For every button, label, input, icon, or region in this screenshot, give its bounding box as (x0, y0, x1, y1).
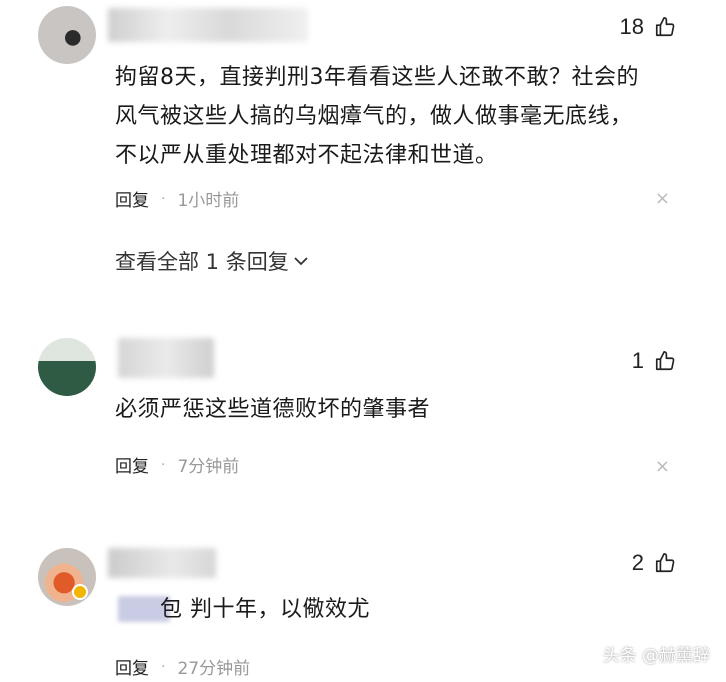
timestamp: 7分钟前 (177, 457, 240, 477)
reply-button[interactable]: 回复 (115, 452, 149, 477)
thumbs-up-icon (655, 17, 675, 37)
avatar[interactable] (38, 6, 96, 64)
reply-button[interactable]: 回复 (115, 654, 149, 679)
watermark: 头条 @赫薰辞 (602, 646, 710, 666)
username-redacted (108, 8, 308, 42)
close-icon[interactable]: × (655, 188, 670, 209)
verified-badge-icon (72, 584, 88, 600)
avatar[interactable] (38, 548, 96, 606)
like-count: 1 (631, 348, 644, 373)
comment-text: 必须严惩这些道德败坏的肇事者 (115, 390, 430, 429)
view-all-label: 查看全部 1 条回复 (115, 250, 289, 274)
thumbs-up-icon (655, 351, 675, 371)
separator-dot: · (161, 658, 166, 675)
comment-text: 拘留8天，直接判刑3年看看这些人还敢不敢？社会的 风气被这些人搞的乌烟瘴气的，做… (115, 58, 639, 175)
view-all-replies-button[interactable]: 查看全部 1 条回复 (115, 246, 309, 276)
comment-meta: 回复 · 7分钟前 (115, 452, 240, 478)
close-icon[interactable]: × (655, 456, 670, 477)
comment-text-line: 必须严惩这些道德败坏的肇事者 (115, 397, 431, 422)
separator-dot: · (161, 190, 166, 207)
username-redacted (118, 338, 214, 378)
timestamp: 27分钟前 (177, 659, 251, 679)
comment-text: 包 判十年，以儆效尤 (160, 590, 370, 629)
timestamp: 1小时前 (177, 191, 240, 211)
like-button[interactable]: 18 (620, 16, 676, 38)
separator-dot: · (161, 456, 166, 473)
comment-text-line: 拘留8天，直接判刑3年看看这些人还敢不敢？社会的 (115, 65, 639, 90)
avatar[interactable] (38, 338, 96, 396)
like-button[interactable]: 2 (632, 552, 676, 574)
comment-meta: 回复 · 27分钟前 (115, 654, 251, 680)
comment-meta: 回复 · 1小时前 (115, 186, 240, 212)
username-redacted (108, 548, 216, 578)
comment-text-line: 风气被这些人搞的乌烟瘴气的，做人做事毫无底线， (115, 104, 633, 129)
like-count: 2 (631, 550, 644, 575)
comment-text-line: 不以严从重处理都对不起法律和世道。 (115, 143, 498, 168)
comment-text-line: 包 判十年，以儆效尤 (160, 597, 370, 622)
like-count: 18 (619, 14, 644, 39)
like-button[interactable]: 1 (632, 350, 676, 372)
thumbs-up-icon (655, 553, 675, 573)
reply-button[interactable]: 回复 (115, 186, 149, 211)
chevron-down-icon (294, 257, 308, 266)
